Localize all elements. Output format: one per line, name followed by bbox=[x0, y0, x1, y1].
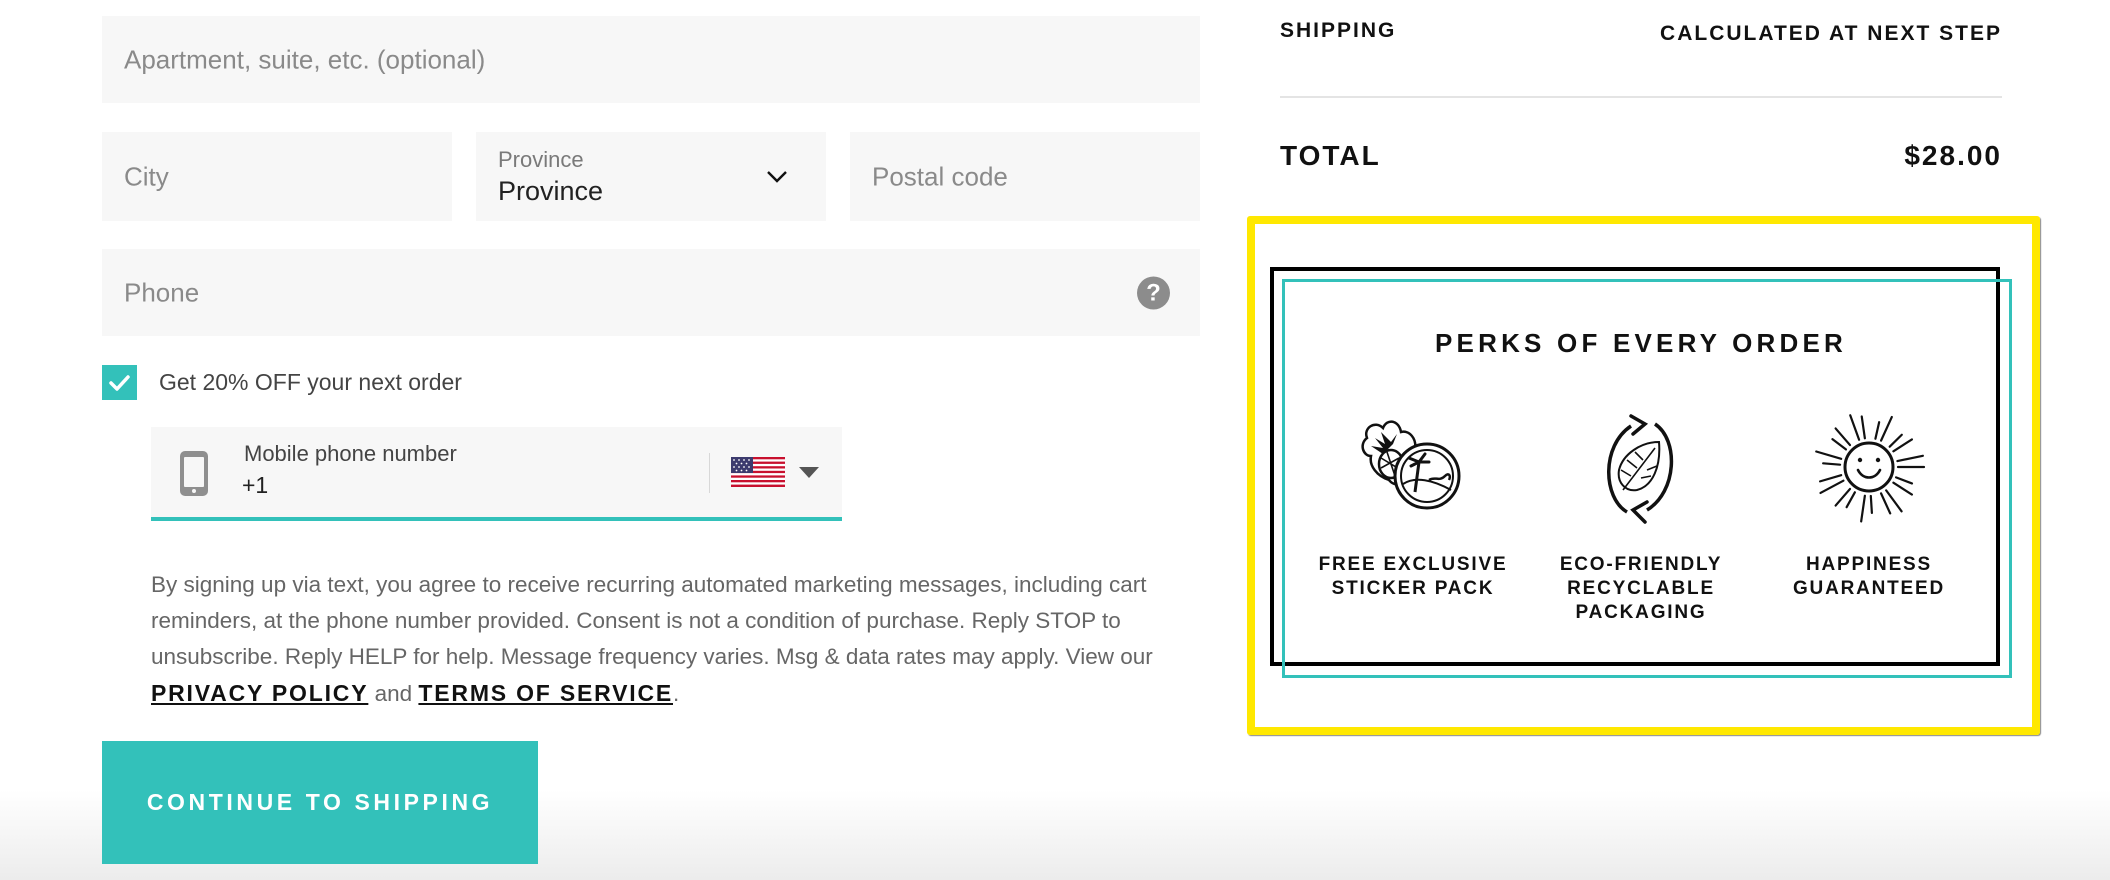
terms-of-service-link[interactable]: TERMS OF SERVICE bbox=[418, 680, 673, 706]
privacy-policy-link[interactable]: PRIVACY POLICY bbox=[151, 680, 368, 706]
perk-label: FREE EXCLUSIVE STICKER PACK bbox=[1318, 554, 1508, 599]
help-icon[interactable]: ? bbox=[1137, 276, 1170, 309]
recycle-leaf-icon bbox=[1607, 414, 1674, 524]
perk-sticker-pack: FREE EXCLUSIVE STICKER PACK bbox=[1298, 410, 1528, 601]
province-label: Province bbox=[498, 147, 584, 172]
sun-ray bbox=[1892, 481, 1914, 496]
mobile-phone-label: Mobile phone number bbox=[244, 441, 457, 466]
sticker-pack-icon bbox=[1361, 420, 1461, 510]
sun-ray bbox=[1860, 494, 1866, 523]
sun-ray bbox=[1845, 491, 1856, 509]
province-select[interactable]: Province Province bbox=[476, 132, 826, 221]
sun-ray bbox=[1815, 450, 1843, 460]
sun-ray bbox=[1888, 433, 1903, 448]
end-punctuation: . bbox=[673, 680, 680, 706]
apartment-placeholder: Apartment, suite, etc. (optional) bbox=[124, 44, 486, 74]
perk-happiness: HAPPINESS GUARANTEED bbox=[1754, 410, 1984, 601]
perk-label: ECO-FRIENDLY RECYCLABLE PACKAGING bbox=[1559, 554, 1723, 623]
total-label: TOTAL bbox=[1280, 140, 1381, 171]
phone-field[interactable]: Phone ? bbox=[102, 249, 1200, 336]
sms-optin-label[interactable]: Get 20% OFF your next order bbox=[159, 369, 462, 396]
checkmark-icon bbox=[109, 375, 130, 391]
sun-ray bbox=[1831, 438, 1848, 451]
sun-ray bbox=[1874, 421, 1881, 440]
mobile-phone-field[interactable]: Mobile phone number +1 bbox=[151, 427, 842, 521]
sun-ray bbox=[1879, 492, 1892, 515]
perk-label: HAPPINESS GUARANTEED bbox=[1792, 554, 1946, 599]
sun-ray bbox=[1822, 462, 1842, 466]
smiling-sun-icon bbox=[1815, 414, 1926, 523]
sun-ray bbox=[1849, 414, 1861, 441]
us-flag-icon[interactable] bbox=[731, 457, 785, 487]
perks-title: PERKS OF EVERY ORDER bbox=[1435, 328, 1847, 358]
postal-code-placeholder: Postal code bbox=[872, 161, 1008, 191]
continue-to-shipping-button[interactable]: CONTINUE TO SHIPPING bbox=[102, 741, 538, 864]
caret-down-icon[interactable] bbox=[799, 467, 819, 478]
sun-ray bbox=[1894, 476, 1914, 485]
apartment-field[interactable]: Apartment, suite, etc. (optional) bbox=[102, 16, 1200, 103]
sun-ray bbox=[1860, 415, 1866, 440]
mobile-phone-icon bbox=[180, 451, 208, 496]
province-value: Province bbox=[498, 176, 604, 206]
summary-divider bbox=[1280, 96, 2002, 98]
country-separator bbox=[709, 453, 710, 493]
shipping-value: CALCULATED AT NEXT STEP bbox=[1660, 22, 2002, 45]
sun-ray bbox=[1818, 474, 1843, 483]
mobile-phone-value[interactable]: +1 bbox=[242, 472, 268, 499]
chevron-down-icon bbox=[767, 171, 787, 183]
city-placeholder: City bbox=[124, 161, 169, 191]
postal-code-field[interactable]: Postal code bbox=[850, 132, 1200, 221]
shipping-label: SHIPPING bbox=[1280, 19, 1397, 42]
sms-disclaimer: By signing up via text, you agree to rec… bbox=[151, 567, 1211, 712]
sms-optin-checkbox[interactable] bbox=[102, 365, 137, 400]
total-value: $28.00 bbox=[1904, 140, 2002, 171]
sun-ray bbox=[1896, 454, 1924, 463]
sun-ray bbox=[1819, 479, 1845, 495]
perk-eco-packaging: ECO-FRIENDLY RECYCLABLE PACKAGING bbox=[1526, 410, 1756, 625]
and-text: and bbox=[374, 680, 413, 706]
sun-ray bbox=[1879, 415, 1893, 442]
sun-ray bbox=[1869, 494, 1873, 515]
disclaimer-text: By signing up via text, you agree to rec… bbox=[151, 571, 1153, 669]
phone-placeholder: Phone bbox=[124, 277, 200, 307]
city-field[interactable]: City bbox=[102, 132, 452, 221]
